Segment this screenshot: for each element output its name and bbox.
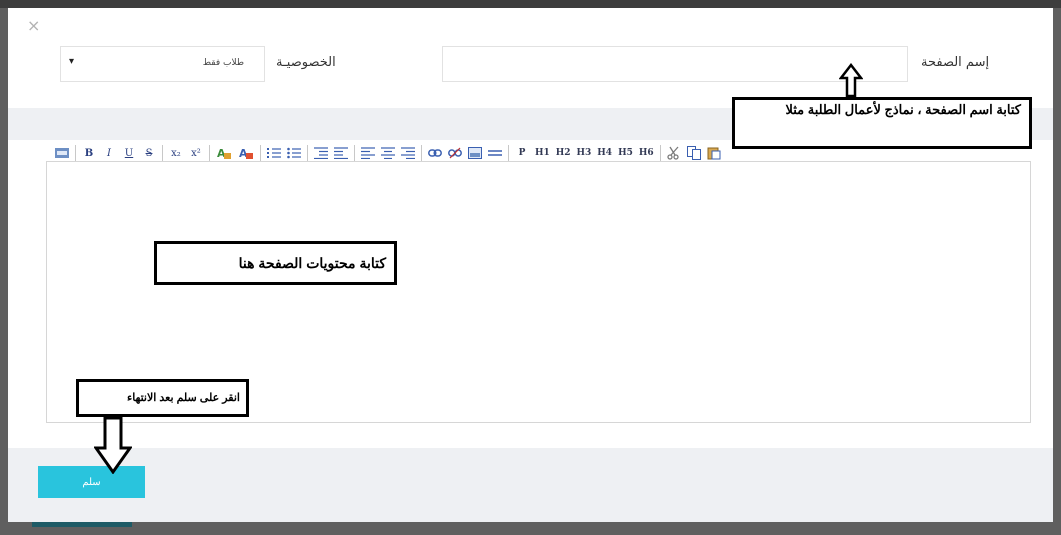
modal-footer (8, 448, 1053, 522)
cut-icon[interactable] (665, 144, 683, 162)
backdrop-header (0, 0, 1061, 8)
paste-icon[interactable] (705, 144, 723, 162)
link-icon[interactable] (426, 144, 444, 162)
indent-icon[interactable] (332, 144, 350, 162)
align-center-icon[interactable] (379, 144, 397, 162)
align-right-icon[interactable] (399, 144, 417, 162)
annotation-submit: انقر على سلم بعد الانتهاء (76, 379, 249, 417)
close-icon[interactable]: × (27, 18, 40, 34)
unlink-icon[interactable] (446, 144, 464, 162)
add-page-modal: × ▾ طلاب فقط الخصوصيـة إسم الصفحة B I U … (8, 8, 1053, 522)
background-color-icon[interactable]: A (236, 144, 256, 162)
outdent-icon[interactable] (312, 144, 330, 162)
arrow-up-icon (839, 63, 863, 98)
text-color-icon[interactable]: A (214, 144, 234, 162)
privacy-label: الخصوصيـة (276, 55, 336, 70)
italic-button[interactable]: I (100, 144, 118, 162)
annotation-content: كتابة محتويات الصفحة هنا (154, 241, 397, 285)
ordered-list-icon[interactable] (265, 144, 283, 162)
toolbar-separator (307, 145, 308, 161)
chevron-down-icon: ▾ (69, 56, 75, 67)
toolbar-separator (162, 145, 163, 161)
copy-icon[interactable] (685, 144, 703, 162)
heading5-button[interactable]: H5 (616, 144, 635, 162)
horizontal-rule-icon[interactable] (486, 144, 504, 162)
toolbar-separator (508, 145, 509, 161)
bold-button[interactable]: B (80, 144, 98, 162)
toolbar-separator (659, 145, 661, 161)
page-name-label: إسم الصفحة (921, 55, 990, 70)
image-icon[interactable] (466, 144, 484, 162)
subscript-button[interactable]: x₂ (167, 144, 185, 162)
superscript-button[interactable]: x² (187, 144, 205, 162)
align-left-icon[interactable] (359, 144, 377, 162)
heading4-button[interactable]: H4 (595, 144, 614, 162)
annotation-page-name: كتابة اسم الصفحة ، نماذج لأعمال الطلبة م… (732, 97, 1032, 149)
privacy-selected-value: طلاب فقط (202, 58, 244, 68)
arrow-down-icon (94, 416, 132, 474)
heading6-button[interactable]: H6 (637, 144, 656, 162)
toolbar-separator (354, 145, 355, 161)
paragraph-button[interactable]: P (513, 144, 531, 162)
heading1-button[interactable]: H1 (533, 144, 552, 162)
underline-button[interactable]: U (120, 144, 138, 162)
heading3-button[interactable]: H3 (575, 144, 594, 162)
toolbar-separator (209, 145, 210, 161)
html-source-icon[interactable] (53, 144, 71, 162)
unordered-list-icon[interactable] (285, 144, 303, 162)
toolbar-separator (75, 145, 76, 161)
toolbar-separator (260, 145, 261, 161)
privacy-select[interactable]: ▾ طلاب فقط (60, 46, 265, 82)
strikethrough-button[interactable]: S (140, 144, 158, 162)
toolbar-separator (421, 145, 422, 161)
heading2-button[interactable]: H2 (554, 144, 573, 162)
